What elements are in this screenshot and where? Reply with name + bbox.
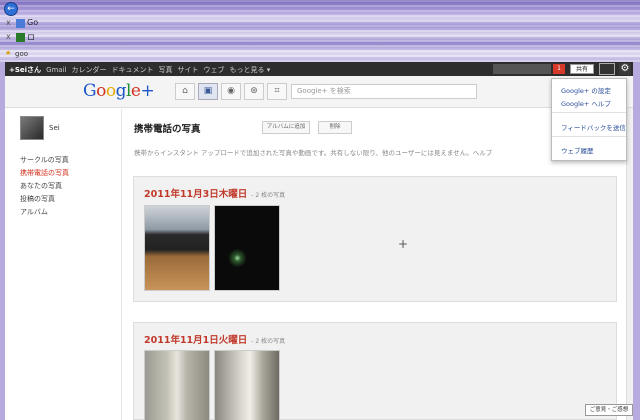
- page-description: 携帯からインスタント アップロードで追加された写真や動画です。共有しない限り、他…: [134, 149, 493, 157]
- circles-icon[interactable]: ⊛: [244, 83, 264, 100]
- photo-thumbnail[interactable]: [144, 205, 210, 291]
- gbar-username-field[interactable]: [493, 64, 551, 74]
- sidebar-nav: サークルの写真 携帯電話の写真 あなたの写真 投稿の写真 アルバム: [20, 155, 69, 220]
- menu-divider: [552, 136, 626, 137]
- sidebar-item-circle-photos[interactable]: サークルの写真: [20, 155, 69, 168]
- notification-badge[interactable]: 1: [553, 64, 565, 74]
- gbar-item-more[interactable]: もっと見る ▾: [230, 66, 271, 74]
- album-card: 2011年11月1日火曜日 - 2 枚の写真: [133, 322, 617, 420]
- photo-thumbnail[interactable]: [214, 350, 280, 420]
- google-favicon-icon: [16, 19, 25, 28]
- sidebar-divider: [121, 109, 122, 420]
- sidebar-item-phone-photos[interactable]: 携帯電話の写真: [20, 168, 69, 181]
- gbar-item-gmail[interactable]: Gmail: [46, 66, 66, 74]
- site-favicon-icon: [16, 33, 25, 42]
- sidebar-item-your-photos[interactable]: あなたの写真: [20, 181, 69, 194]
- menu-item-help[interactable]: Google+ ヘルプ: [561, 98, 611, 108]
- menu-item-web-history[interactable]: ウェブ履歴: [561, 145, 594, 155]
- album-card: 2011年11月3日木曜日 - 2 枚の写真 +: [133, 176, 617, 302]
- album-date: 2011年11月1日火曜日 - 2 枚の写真: [144, 335, 286, 346]
- album-date: 2011年11月3日木曜日 - 2 枚の写真: [144, 189, 286, 200]
- gbar-item-sites[interactable]: サイト: [178, 66, 199, 74]
- google-bar: +Seiさん Gmail カレンダー ドキュメント 写真 サイト ウェブ もっと見る ▾ 1 …: [5, 62, 633, 76]
- browser-tab[interactable]: x ロ: [0, 30, 120, 46]
- tab-close-icon[interactable]: x: [6, 32, 11, 41]
- profile-photo[interactable]: [20, 116, 44, 140]
- google-plus-logo[interactable]: Google+: [83, 81, 155, 101]
- sidebar-item-albums[interactable]: アルバム: [20, 207, 69, 220]
- page-scrollbar[interactable]: [626, 108, 633, 420]
- gbar-item-photos[interactable]: 写真: [159, 66, 173, 74]
- search-input[interactable]: Google+ を検索: [291, 84, 477, 99]
- feedback-button[interactable]: ご意見・ご感想: [585, 404, 633, 416]
- delete-button[interactable]: 削除: [318, 121, 352, 134]
- gear-icon[interactable]: ⚙: [619, 63, 631, 75]
- album-count: - 2 枚の写真: [251, 192, 286, 199]
- avatar[interactable]: [599, 63, 615, 75]
- sidebar-item-post-photos[interactable]: 投稿の写真: [20, 194, 69, 207]
- menu-item-settings[interactable]: Google+ の設定: [561, 85, 611, 95]
- page-header: Google+ ⌂ ▣ ◉ ⊛ ⌗ Google+ を検索: [5, 76, 633, 108]
- settings-dropdown: Google+ の設定 Google+ ヘルプ フィードバックを送信 ウェブ履歴: [551, 78, 627, 161]
- tab-title: ロ: [27, 33, 35, 42]
- gbar-item-calendar[interactable]: カレンダー: [72, 66, 107, 74]
- photos-icon[interactable]: ▣: [198, 83, 218, 100]
- photo-thumbnail[interactable]: [214, 205, 280, 291]
- add-photo-icon[interactable]: +: [398, 237, 408, 251]
- album-count: - 2 枚の写真: [251, 338, 286, 345]
- gbar-item-web[interactable]: ウェブ: [204, 66, 225, 74]
- tab-close-icon[interactable]: x: [6, 18, 11, 27]
- menu-divider: [552, 112, 626, 113]
- tab-title: Go: [27, 18, 39, 27]
- gbar-item-documents[interactable]: ドキュメント: [112, 66, 154, 74]
- photo-thumbnail[interactable]: [144, 350, 210, 420]
- window-frame-left: [0, 62, 5, 420]
- games-icon[interactable]: ⌗: [267, 83, 287, 100]
- profile-name[interactable]: Sei: [49, 124, 60, 132]
- profile-icon[interactable]: ◉: [221, 83, 241, 100]
- menu-item-feedback[interactable]: フィードバックを送信: [561, 122, 626, 132]
- gbar-nav: +Seiさん Gmail カレンダー ドキュメント 写真 サイト ウェブ もっと見る ▾: [9, 65, 275, 75]
- add-to-album-button[interactable]: アルバムに追加: [262, 121, 310, 134]
- home-icon[interactable]: ⌂: [175, 83, 195, 100]
- page-title: 携帯電話の写真: [134, 124, 201, 135]
- share-button[interactable]: 共有: [570, 64, 594, 74]
- back-button[interactable]: ←: [4, 2, 18, 16]
- window-frame-right: [633, 62, 640, 420]
- gbar-item-profile[interactable]: +Seiさん: [9, 66, 41, 74]
- star-icon[interactable]: ★: [5, 49, 11, 57]
- bookmark-item[interactable]: goo: [15, 50, 28, 58]
